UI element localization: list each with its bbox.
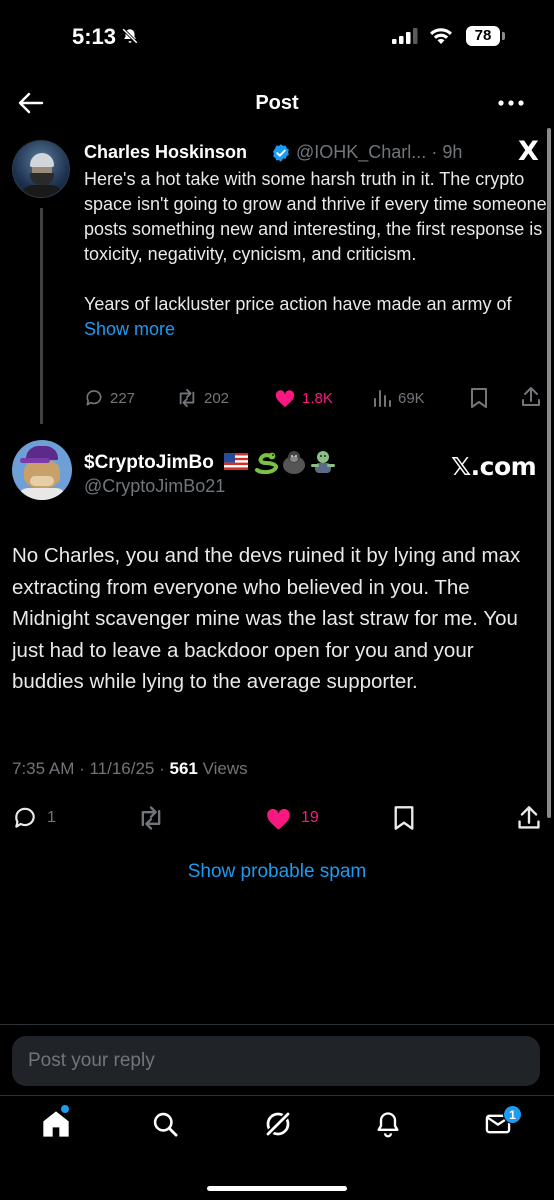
handle-text: @IOHK_Charl... [296,142,427,162]
home-indicator [207,1186,347,1191]
post-age: · 9h [431,142,463,162]
bookmark-icon[interactable] [393,805,415,831]
like-count: 1.8K [302,389,333,407]
reply-icon [15,807,35,828]
views-button[interactable]: 69K [372,384,425,412]
zombie-icon [311,451,335,473]
heart-filled-icon [275,390,295,408]
post-text: No Charles, you and the devs ruined it b… [12,544,521,693]
views-bar-icon [374,390,391,407]
gorilla-icon [283,451,305,474]
bell-slash-icon [122,28,138,44]
views-count: 561 [169,759,198,778]
home-unread-dot [61,1105,69,1113]
heart-filled-icon [267,808,290,830]
signal-icon [392,28,418,44]
show-more-link[interactable]: Show more [84,319,175,339]
x-com-watermark: 𝕏.com [451,452,537,481]
page-title: Post [255,92,299,114]
reply-input[interactable]: Post your reply [28,1050,155,1072]
status-time: 5:13 [72,24,117,49]
reply-button[interactable]: 227 [84,384,135,412]
bottom-nav [0,1096,554,1156]
repost-icon [141,806,161,830]
repost-icon [179,388,195,408]
like-button[interactable]: 1.8K [274,384,333,412]
notifications-icon [377,1112,399,1138]
views-label: Views [197,759,248,778]
reply-count: 1 [47,809,56,826]
views-count: 69K [398,389,425,407]
more-horizontal-icon[interactable] [498,100,524,106]
like-count: 19 [301,809,319,826]
header: Post [0,72,554,134]
nav-home[interactable] [38,1106,74,1142]
post-actions: 1 19 [0,802,554,834]
reply-count: 227 [110,389,136,407]
home-icon [43,1111,69,1137]
author-row: Charles Hoskinson [84,142,247,163]
divider [0,1024,554,1025]
nav-notifications[interactable] [370,1106,406,1142]
grok-icon [264,1110,292,1138]
post-paragraph-2: Years of lackluster price action have ma… [84,292,550,342]
status-bar: 5:13 78 [0,0,554,70]
battery-tip [502,32,505,40]
like-button[interactable]: 19 [265,802,319,834]
post-actions: 227 202 1.8K 69K [84,384,544,412]
messages-badge: 1 [503,1105,522,1124]
author-name[interactable]: Charles Hoskinson [84,142,247,162]
thread-connector-line [40,208,43,424]
repost-button[interactable]: 202 [176,384,229,412]
repost-button[interactable] [137,802,165,834]
nav-grok[interactable] [260,1106,296,1142]
author-handle: @CryptoJimBo21 [84,476,226,496]
show-probable-spam-button[interactable]: Show probable spam [0,861,554,883]
author-name[interactable]: $CryptoJimBo [84,452,214,474]
bookmark-icon[interactable] [470,387,488,409]
x-logo-icon: X [518,136,539,167]
post-paragraph: Here's a hot take with some harsh truth … [84,169,547,264]
post-paragraph-text: Years of lackluster price action have ma… [84,294,512,314]
verified-badge-icon [273,144,289,162]
post-text: Here's a hot take with some harsh truth … [84,167,550,342]
repost-count: 202 [204,389,230,407]
reply-button[interactable]: 1 [12,802,56,834]
share-icon[interactable] [520,386,542,408]
snake-icon [255,452,278,474]
wifi-icon [430,28,452,44]
search-icon [153,1112,178,1137]
share-icon[interactable] [516,805,542,831]
scrollbar[interactable] [547,128,551,818]
post-metadata: 7:35 AM · 11/16/25 · 561 Views [12,759,248,779]
nav-search[interactable] [147,1106,183,1142]
reply-icon [86,390,102,406]
us-flag-icon [224,453,248,470]
avatar[interactable] [12,440,72,500]
reply-input-box[interactable]: Post your reply [12,1036,540,1086]
post-timestamp: 7:35 AM · 11/16/25 · [12,759,170,778]
author-handle: @IOHK_Charl... · 9h [296,142,462,163]
battery-icon: 78 [466,26,500,46]
avatar[interactable] [12,140,70,198]
